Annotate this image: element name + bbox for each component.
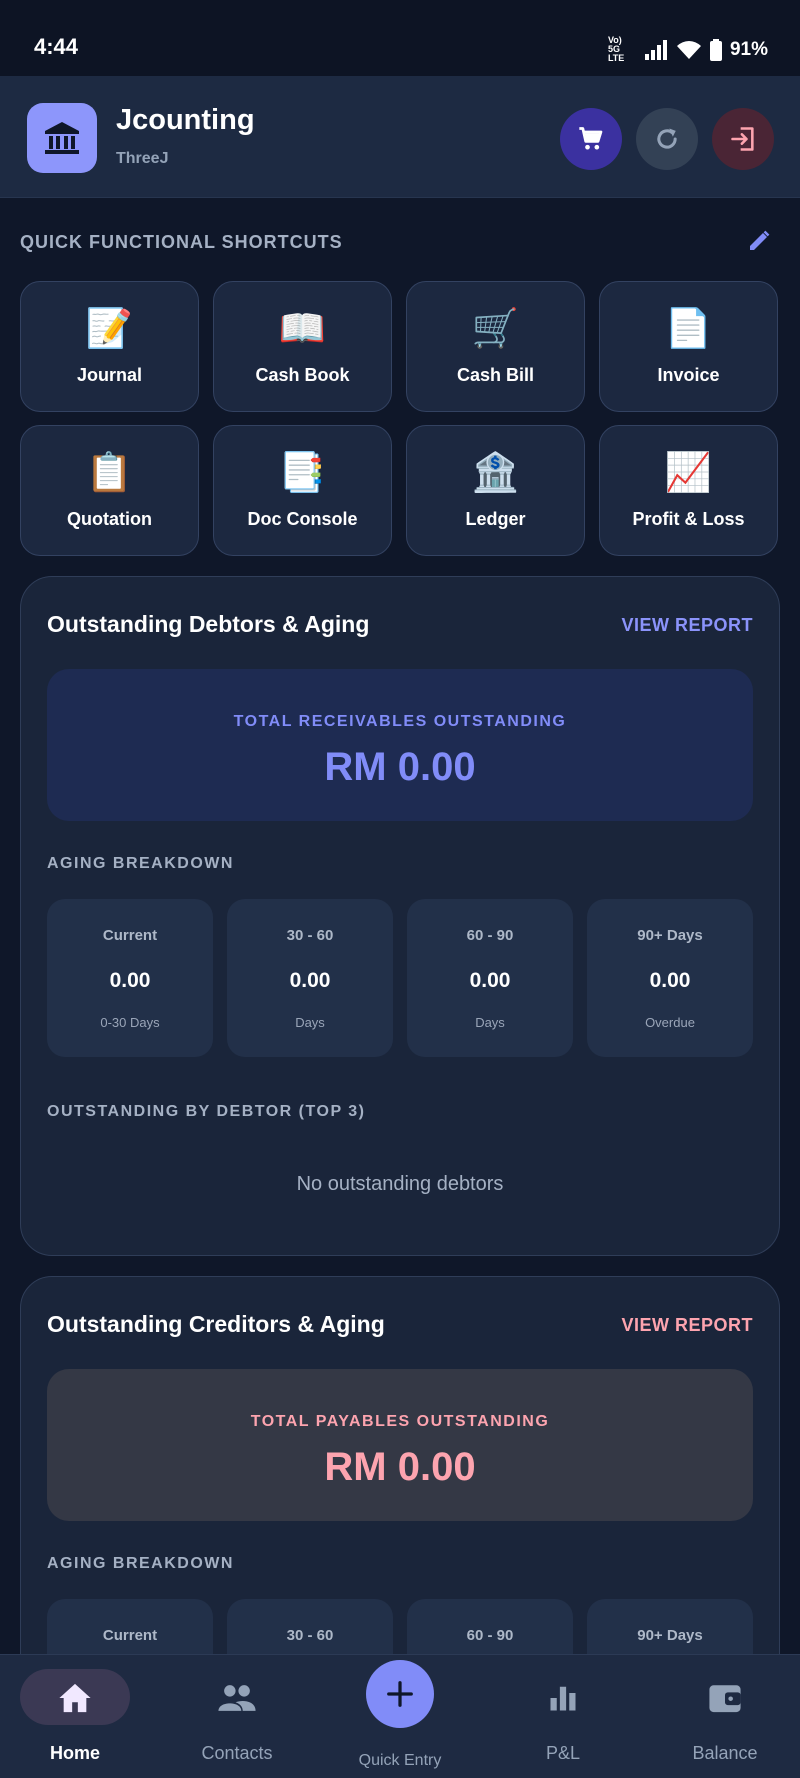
bar-chart-icon	[488, 1681, 638, 1715]
signal-icon	[644, 39, 667, 60]
shortcut-profit-loss[interactable]: 📈 Profit & Loss	[599, 425, 778, 556]
network-indicator: Vo) 5G LTE	[607, 35, 625, 63]
shortcut-cash-bill[interactable]: 🛒 Cash Bill	[406, 281, 585, 412]
aging-tile-90-plus: 90+ Days 0.00 Overdue	[587, 899, 753, 1057]
shortcuts-grid: 📝 Journal 📖 Cash Book 🛒 Cash Bill 📄 Invo…	[20, 281, 780, 556]
bank-building-icon: 🏦	[471, 452, 520, 494]
document-icon: 📄	[664, 308, 713, 350]
aging-tile-30-60: 30 - 60 0.00 Days	[227, 899, 393, 1057]
aging-value: 0.00	[649, 969, 691, 992]
creditors-aging-title: AGING BREAKDOWN	[47, 1555, 234, 1572]
battery-icon	[709, 38, 722, 61]
logout-button[interactable]	[712, 108, 774, 170]
aging-label: 30 - 60	[286, 927, 334, 944]
payables-total-label: TOTAL PAYABLES OUTSTANDING	[250, 1413, 550, 1430]
app-header: Jcounting ThreeJ	[0, 76, 800, 198]
shortcut-ledger[interactable]: 🏦 Ledger	[406, 425, 585, 556]
aging-label: 60 - 90	[466, 927, 514, 944]
aging-value: 0.00	[289, 969, 331, 992]
aging-label: Current	[102, 927, 158, 944]
status-bar: 4:44 Vo) 5G LTE 91%	[0, 0, 800, 76]
shortcut-journal[interactable]: 📝 Journal	[20, 281, 199, 412]
refresh-icon	[657, 128, 677, 149]
shortcut-label: Ledger	[465, 509, 526, 529]
bookmark-tabs-icon: 📑	[278, 452, 327, 494]
people-icon	[162, 1681, 312, 1715]
debtors-card: Outstanding Debtors & Aging VIEW REPORT …	[20, 576, 780, 1256]
bottom-nav: Home Contacts Quick Entry P&L Balance	[0, 1654, 800, 1778]
shortcut-label: Cash Bill	[456, 365, 535, 385]
nav-home-label: Home	[49, 1743, 100, 1763]
nav-contacts[interactable]: Contacts	[162, 1655, 312, 1778]
aging-value: 0.00	[109, 969, 151, 992]
shopping-cart-icon: 🛒	[471, 308, 520, 350]
aging-note: 0-30 Days	[100, 1015, 160, 1030]
aging-label: Current	[102, 1627, 158, 1644]
payables-total-box: TOTAL PAYABLES OUTSTANDING RM 0.00	[47, 1369, 753, 1521]
nav-balance[interactable]: Balance	[650, 1655, 800, 1778]
nav-home[interactable]: Home	[0, 1655, 150, 1778]
top-debtors-title: OUTSTANDING BY DEBTOR (TOP 3)	[47, 1103, 366, 1120]
status-time: 4:44	[34, 34, 79, 59]
open-book-icon: 📖	[278, 308, 327, 350]
aging-tile-current: Current 0.00 0-30 Days	[47, 899, 213, 1057]
cart-button[interactable]	[560, 108, 622, 170]
nav-pl-label: P&L	[545, 1743, 581, 1763]
wallet-icon	[650, 1681, 800, 1715]
bank-icon	[27, 103, 97, 173]
chart-increasing-icon: 📈	[664, 452, 713, 494]
shortcuts-title: QUICK FUNCTIONAL SHORTCUTS	[20, 232, 343, 252]
pencil-icon	[750, 230, 770, 250]
aging-note: Overdue	[645, 1015, 695, 1030]
shortcut-label: Cash Book	[255, 365, 350, 385]
debtors-view-report-link[interactable]: VIEW REPORT	[621, 615, 753, 636]
app-title: Jcounting	[116, 104, 255, 136]
debtors-aging-title: AGING BREAKDOWN	[47, 855, 234, 872]
shortcut-doc-console[interactable]: 📑 Doc Console	[213, 425, 392, 556]
shortcut-cash-book[interactable]: 📖 Cash Book	[213, 281, 392, 412]
aging-label: 90+ Days	[637, 1627, 703, 1644]
status-icons: Vo) 5G LTE 91%	[608, 36, 768, 63]
debtors-aging-row: Current 0.00 0-30 Days 30 - 60 0.00 Days…	[47, 899, 753, 1057]
battery-percent: 91%	[729, 38, 768, 60]
refresh-button[interactable]	[636, 108, 698, 170]
home-icon	[0, 1681, 150, 1715]
shortcut-invoice[interactable]: 📄 Invoice	[599, 281, 778, 412]
quick-entry-label: Quick Entry	[358, 1752, 442, 1769]
no-debtors-message: No outstanding debtors	[296, 1173, 504, 1195]
nav-contacts-label: Contacts	[201, 1743, 273, 1763]
aging-note: Days	[475, 1015, 505, 1030]
nav-balance-label: Balance	[692, 1743, 758, 1763]
debtors-title: Outstanding Debtors & Aging	[47, 611, 370, 637]
edit-shortcuts-button[interactable]	[744, 226, 774, 256]
clipboard-icon: 📋	[85, 452, 134, 494]
receivables-total-label: TOTAL RECEIVABLES OUTSTANDING	[233, 713, 567, 730]
receivables-total-box: TOTAL RECEIVABLES OUTSTANDING RM 0.00	[47, 669, 753, 821]
shortcut-quotation[interactable]: 📋 Quotation	[20, 425, 199, 556]
shortcut-label: Profit & Loss	[632, 509, 745, 529]
company-name: ThreeJ	[116, 150, 169, 167]
cart-icon	[579, 127, 603, 150]
shortcut-label: Doc Console	[247, 509, 358, 529]
payables-total-value: RM 0.00	[324, 1445, 476, 1489]
aging-tile-60-90: 60 - 90 0.00 Days	[407, 899, 573, 1057]
memo-icon: 📝	[85, 308, 134, 350]
receivables-total-value: RM 0.00	[324, 745, 476, 789]
aging-label: 30 - 60	[286, 1627, 334, 1644]
logout-icon	[731, 127, 754, 151]
aging-label: 60 - 90	[466, 1627, 514, 1644]
plus-icon	[387, 1681, 413, 1707]
aging-value: 0.00	[469, 969, 511, 992]
creditors-title: Outstanding Creditors & Aging	[47, 1311, 385, 1337]
aging-label: 90+ Days	[637, 927, 703, 944]
shortcut-label: Invoice	[657, 365, 720, 385]
wifi-icon	[676, 40, 701, 59]
shortcut-label: Journal	[76, 365, 142, 385]
creditors-view-report-link[interactable]: VIEW REPORT	[621, 1315, 753, 1336]
quick-entry-button[interactable]	[366, 1660, 434, 1728]
aging-note: Days	[295, 1015, 325, 1030]
nav-pl[interactable]: P&L	[488, 1655, 638, 1778]
shortcut-label: Quotation	[67, 509, 152, 529]
